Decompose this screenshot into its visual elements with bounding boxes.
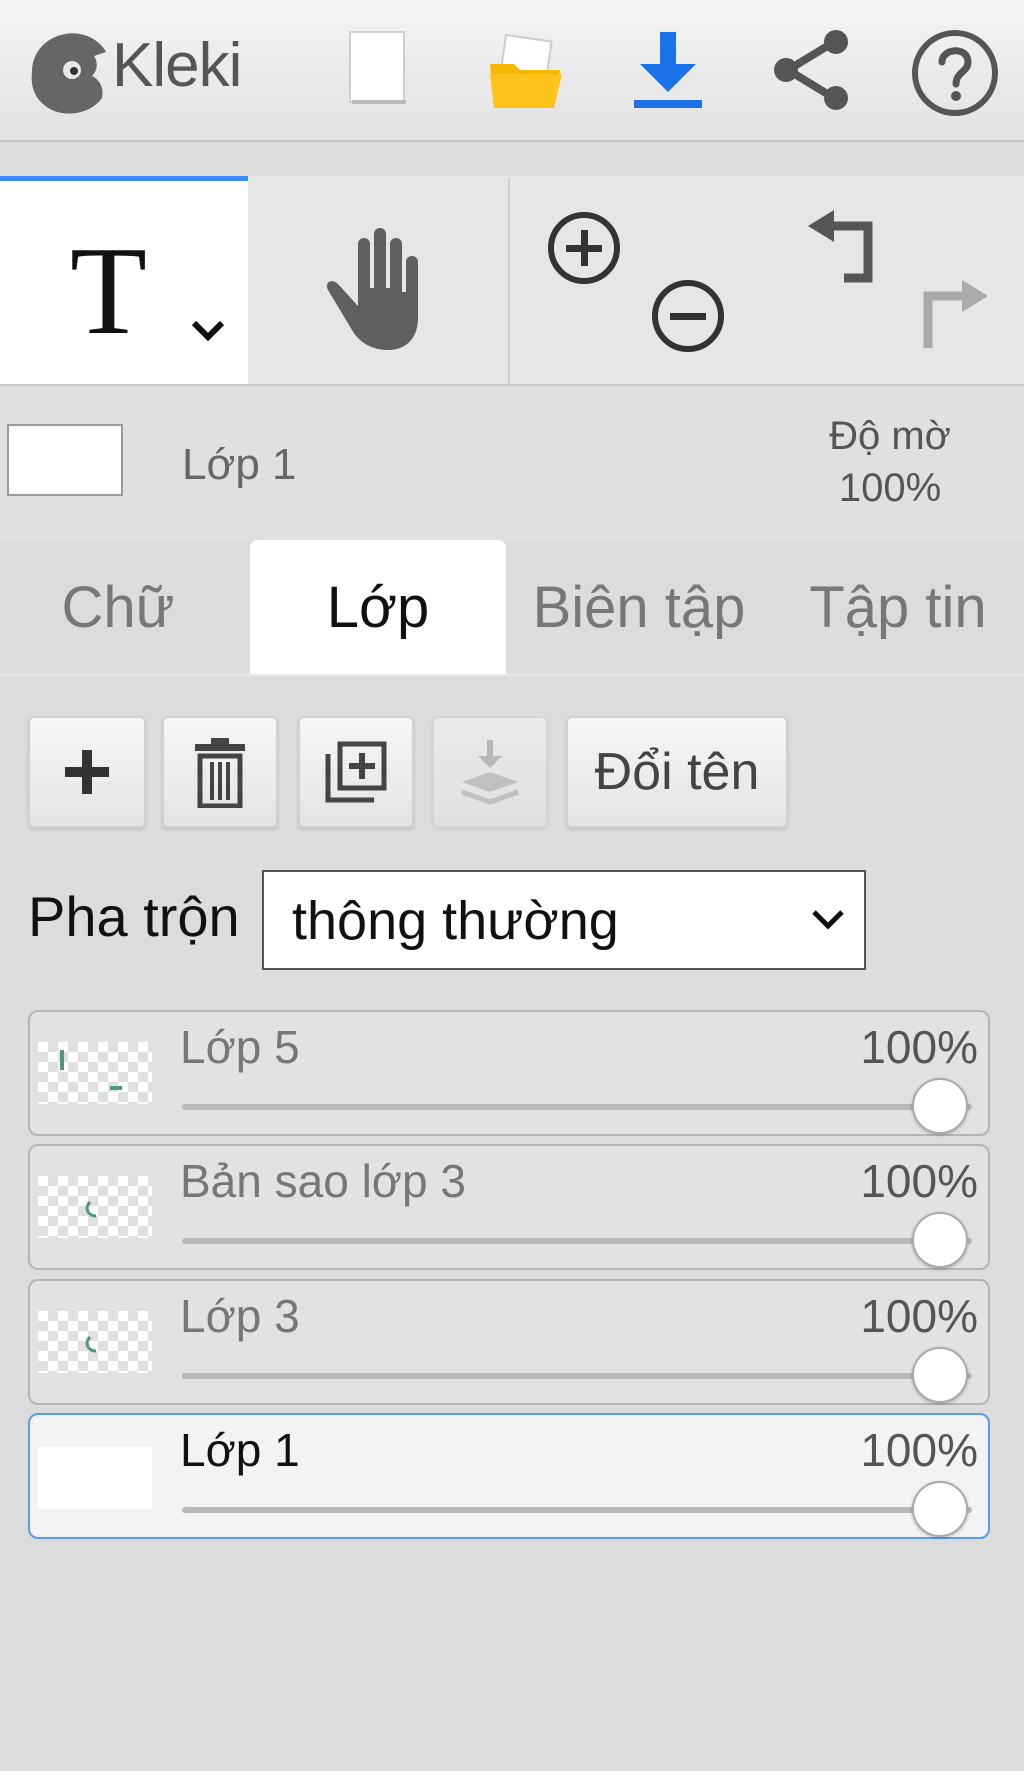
trash-icon: [195, 738, 245, 808]
tool-divider: [508, 178, 510, 384]
opacity-indicator: Độ mờ 100%: [800, 410, 980, 514]
add-layer-button[interactable]: [28, 716, 146, 828]
plus-icon: [65, 750, 109, 794]
tab-layers[interactable]: Lớp: [250, 540, 506, 674]
open-folder-icon[interactable]: [488, 33, 564, 112]
rename-layer-label: Đổi tên: [594, 743, 760, 801]
current-layer-name: Lớp 1: [182, 440, 297, 489]
layer-name: Lớp 3: [180, 1290, 300, 1342]
layer-name: Bản sao lớp 3: [180, 1155, 466, 1207]
redo-icon[interactable]: [912, 276, 990, 354]
share-icon[interactable]: [772, 28, 852, 112]
duplicate-layer-button[interactable]: [298, 716, 414, 828]
text-tool-icon: T: [70, 222, 147, 361]
rename-layer-button[interactable]: Đổi tên: [566, 716, 788, 828]
layer-thumbnail: [38, 1042, 152, 1104]
tab-edit[interactable]: Biên tập: [512, 540, 766, 674]
layer-opacity-value: 100%: [860, 1424, 978, 1476]
tab-file[interactable]: Tập tin: [780, 540, 1016, 674]
layer-opacity-value: 100%: [860, 1021, 978, 1073]
layer-thumbnail: [38, 1311, 152, 1373]
layer-item-selected[interactable]: Lớp 1 100%: [28, 1413, 990, 1539]
blend-mode-label: Pha trộn: [28, 885, 240, 948]
layer-opacity-slider-handle[interactable]: [912, 1212, 968, 1268]
new-file-icon[interactable]: [348, 30, 408, 106]
layer-opacity-value: 100%: [860, 1155, 978, 1207]
help-icon[interactable]: [910, 28, 1000, 118]
layer-opacity-slider[interactable]: [182, 1507, 972, 1513]
app-logo-text: Kleki: [112, 31, 242, 100]
layer-color-swatch[interactable]: [7, 424, 123, 496]
duplicate-icon: [325, 741, 387, 803]
layer-opacity-slider[interactable]: [182, 1238, 972, 1244]
layer-opacity-slider[interactable]: [182, 1373, 972, 1379]
zoom-out-icon[interactable]: [650, 278, 726, 354]
layer-opacity-slider-handle[interactable]: [912, 1078, 968, 1134]
layer-thumbnail: [38, 1176, 152, 1238]
delete-layer-button[interactable]: [162, 716, 278, 828]
zoom-in-icon[interactable]: [546, 210, 622, 286]
layer-item[interactable]: Bản sao lớp 3 100%: [28, 1144, 990, 1270]
blend-mode-value: thông thường: [292, 891, 619, 951]
opacity-value: 100%: [838, 466, 942, 510]
chevron-down-icon: [810, 904, 846, 932]
layer-opacity-value: 100%: [860, 1290, 978, 1342]
hand-tool-icon[interactable]: [318, 222, 428, 352]
toolbar-gap: [0, 142, 1024, 176]
merge-down-button[interactable]: [432, 716, 548, 828]
layer-name: Lớp 1: [180, 1424, 300, 1476]
layer-name: Lớp 5: [180, 1021, 300, 1073]
tab-text[interactable]: Chữ: [0, 540, 236, 674]
undo-icon[interactable]: [806, 208, 884, 286]
layer-opacity-slider-handle[interactable]: [912, 1347, 968, 1403]
chevron-down-icon[interactable]: [188, 315, 228, 345]
layer-opacity-slider-handle[interactable]: [912, 1481, 968, 1537]
download-icon[interactable]: [632, 30, 704, 110]
opacity-label: Độ mờ: [829, 414, 951, 458]
merge-down-icon: [461, 740, 519, 805]
layer-opacity-slider[interactable]: [182, 1104, 972, 1110]
kleki-logo-icon[interactable]: [22, 26, 110, 118]
layer-thumbnail: [38, 1447, 152, 1509]
layer-item[interactable]: Lớp 5 100%: [28, 1010, 990, 1136]
text-tool-button[interactable]: T: [0, 176, 248, 384]
layer-item[interactable]: Lớp 3 100%: [28, 1279, 990, 1405]
